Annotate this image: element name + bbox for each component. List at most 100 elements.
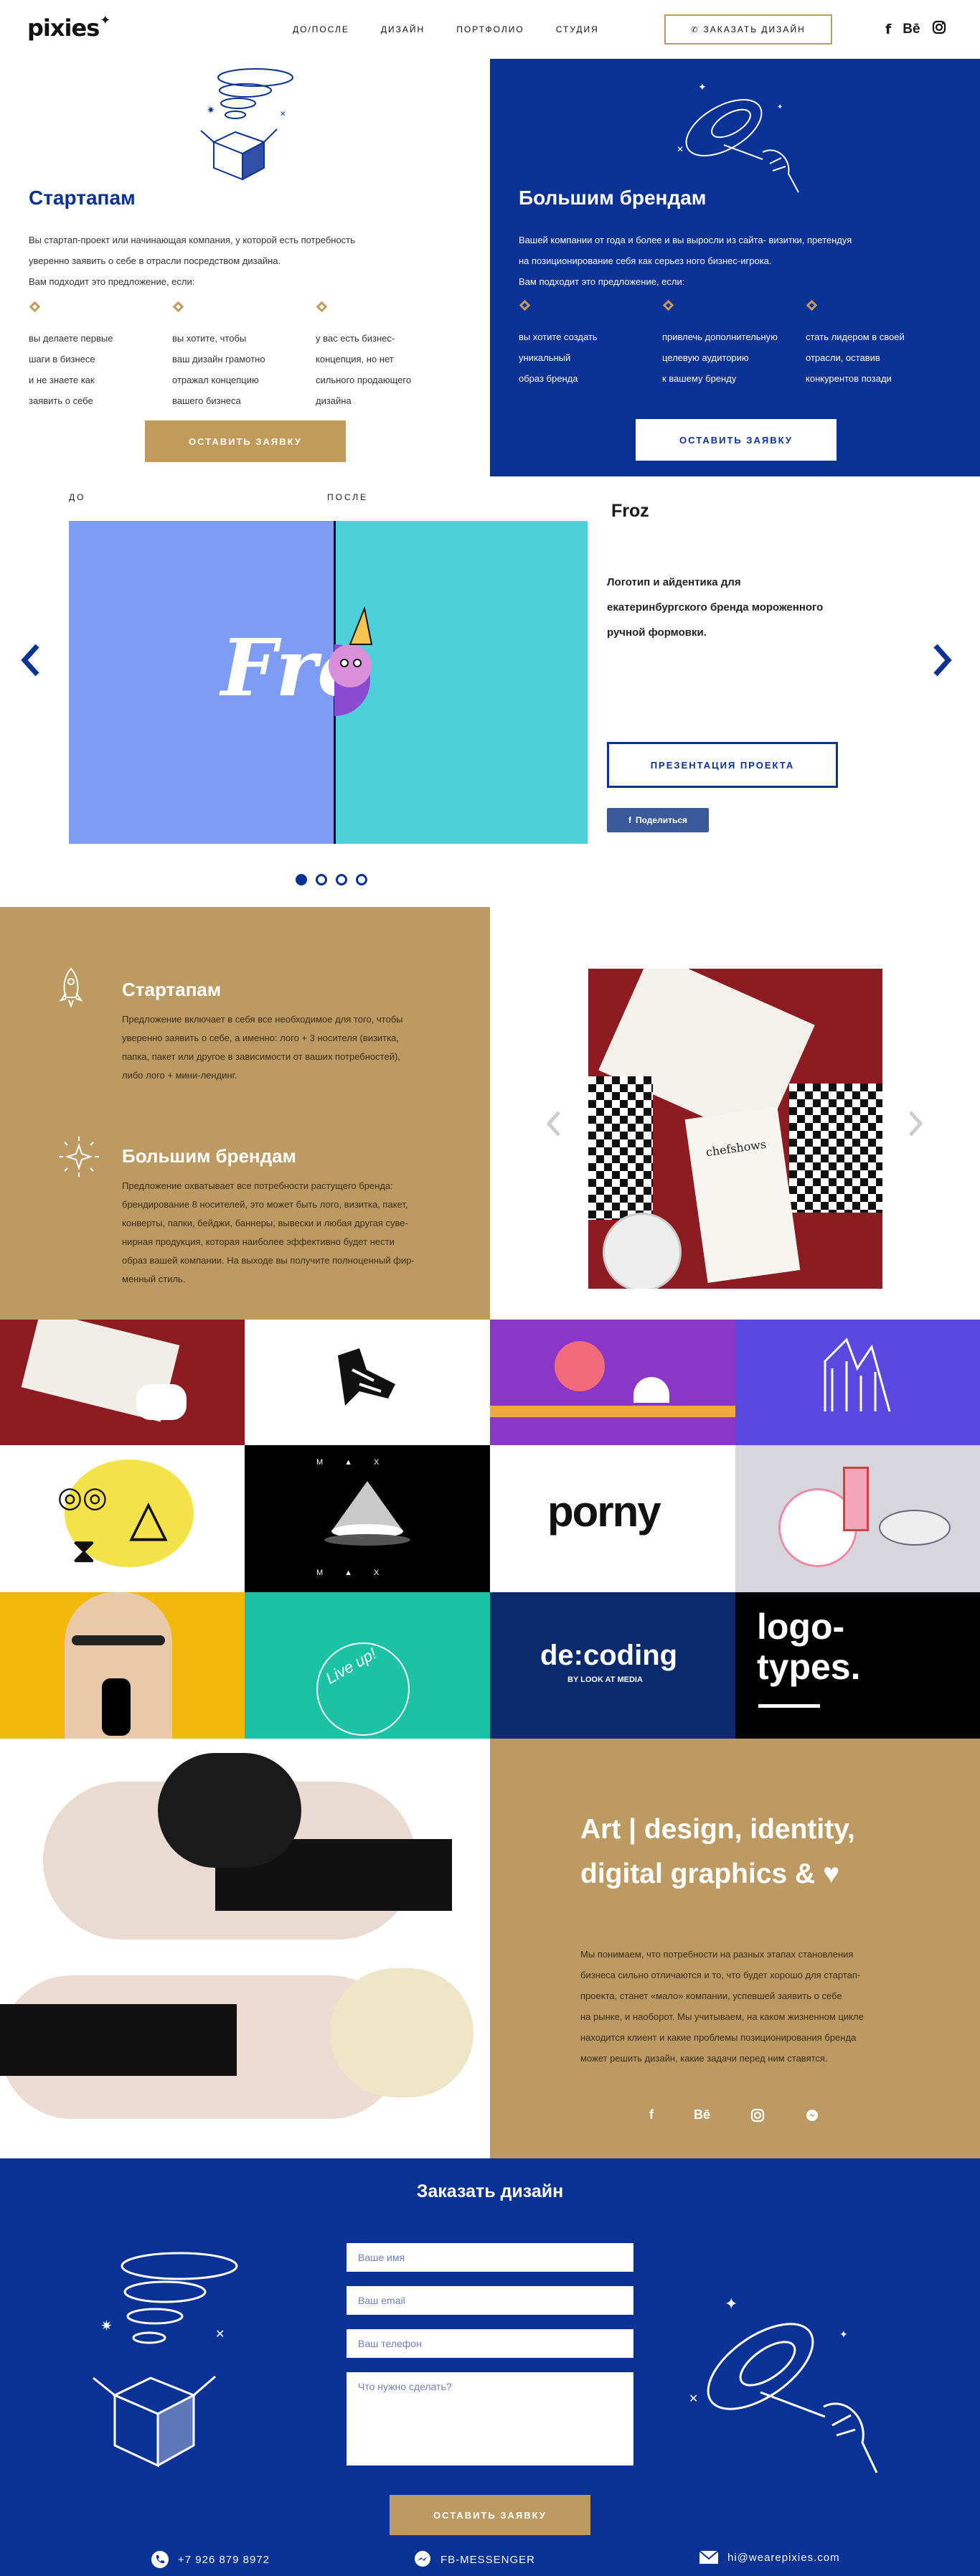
contact-phone[interactable]: +7 926 879 8972 — [151, 2550, 270, 2569]
tile-glasses-icon: ◎◎ — [57, 1482, 108, 1513]
nav-portfolio[interactable]: ПОРТФОЛИО — [456, 24, 524, 34]
decoding-logo: de:coding — [540, 1640, 678, 1671]
instagram-icon[interactable] — [750, 2108, 765, 2123]
text-line: types. — [757, 1647, 861, 1687]
diamond-icon — [172, 301, 184, 313]
about-title: Art | design, identity, digital graphics… — [580, 1808, 953, 1896]
slider-prev-arrow-icon[interactable] — [16, 639, 44, 682]
phone-number: +7 926 879 8972 — [178, 2553, 270, 2566]
portfolio-tile[interactable] — [0, 1320, 245, 1445]
slider-next-arrow-icon[interactable] — [928, 639, 957, 682]
portfolio-tile[interactable]: de:coding BY LOOK AT MEDIA — [490, 1592, 735, 1739]
project-presentation-button[interactable]: ПРЕЗЕНТАЦИЯ ПРОЕКТА — [607, 742, 838, 788]
startups-description: Вы стартап-проект или начинающая компани… — [29, 230, 430, 292]
text-line: конверты, папки, бейджи, баннеры, вывеск… — [122, 1218, 408, 1228]
portfolio-tile[interactable]: ◎◎ △ ⧗ — [0, 1445, 245, 1592]
gallery-prev-arrow-icon[interactable] — [543, 1108, 565, 1139]
porny-logo: porny — [547, 1487, 661, 1536]
portfolio-tile[interactable]: porny — [490, 1445, 735, 1592]
sparkle-icon: ✦ — [100, 13, 110, 28]
tile-igloo — [633, 1377, 669, 1403]
text-line: вы хотите создать — [519, 332, 598, 342]
contact-email[interactable]: hi@wearepixies.com — [699, 2550, 840, 2565]
diamond-icon — [806, 299, 818, 311]
text-line: образ бренда — [519, 373, 578, 384]
phone-icon — [151, 2551, 169, 2568]
tile-fish — [879, 1510, 951, 1546]
contact-messenger[interactable]: FB-MESSENGER — [413, 2550, 535, 2569]
behance-icon[interactable]: Bē — [903, 22, 920, 37]
slider-dots — [296, 874, 367, 885]
facebook-icon[interactable]: f — [649, 2107, 654, 2123]
tile-max-text: M▲X — [316, 1569, 401, 1577]
svg-text:✦: ✦ — [698, 81, 707, 93]
model-bottom-hair — [330, 1968, 473, 2097]
gallery-next-arrow-icon[interactable] — [905, 1108, 926, 1139]
portfolio-tile[interactable] — [0, 1592, 245, 1739]
tile-cone-lamp-icon — [324, 1481, 410, 1546]
tile-m-logo-icon — [824, 1338, 891, 1412]
logotypes-underline — [758, 1704, 820, 1708]
messenger-icon[interactable] — [805, 2108, 819, 2123]
nav-design[interactable]: ДИЗАЙН — [381, 24, 425, 34]
text-line: Вам подходит это предложение, если: — [519, 276, 685, 287]
logotypes-title: logo- types. — [757, 1607, 861, 1687]
tile-eyes — [72, 1635, 165, 1645]
brands-apply-button[interactable]: ОСТАВИТЬ ЗАЯВКУ — [636, 419, 837, 461]
project-name: Froz — [611, 501, 649, 521]
services-gallery: chefshows — [490, 907, 980, 1320]
brands-package-title: Большим брендам — [122, 1145, 296, 1167]
magic-box-icon: ✷ ✕ — [200, 68, 293, 181]
portfolio-tile[interactable]: logo- types. — [735, 1592, 980, 1739]
portfolio-grid: ◎◎ △ ⧗ M▲X M▲X porny Live up! de:coding … — [0, 1320, 980, 1739]
portfolio-tile[interactable] — [245, 1320, 490, 1445]
text-line: бизнеса сильно отличаются и то, что буде… — [580, 1970, 861, 1980]
portfolio-tile[interactable]: M▲X M▲X — [245, 1445, 490, 1592]
slider-dot[interactable] — [356, 874, 367, 885]
order-submit-button[interactable]: ОСТАВИТЬ ЗАЯВКУ — [390, 2495, 590, 2535]
text-line: находится клиент и какие проблемы позици… — [580, 2032, 857, 2043]
text-line: на позиционирование себя как серьез ного… — [519, 255, 772, 266]
point-item: вы делаете первые шаги в бизнесе и не зн… — [29, 301, 172, 411]
order-form-section: Заказать дизайн ✷ ✕ Ваше имя Ваш email В… — [0, 2158, 980, 2576]
about-socials: f Bē — [649, 2107, 819, 2123]
before-label: ДО — [69, 492, 86, 502]
magic-box-icon: ✷ ✕ — [93, 2252, 238, 2468]
nav-studio[interactable]: СТУДИЯ — [556, 24, 599, 34]
about-text: Мы понимаем, что потребности на разных э… — [580, 1944, 918, 2069]
magic-wand-hand-icon: ✦ ✕ ✦ — [677, 81, 799, 193]
sparkle-star-icon — [59, 1137, 99, 1177]
message-textarea[interactable]: Что нужно сделать? — [347, 2372, 633, 2465]
text-line: ваш дизайн грамотно — [172, 354, 265, 365]
slider-dot[interactable] — [316, 874, 327, 885]
portfolio-tile[interactable] — [490, 1320, 735, 1445]
before-after-slider: ДО ПОСЛЕ Fro Froz Логотип и айдентика дл… — [0, 476, 980, 907]
portfolio-tile[interactable] — [735, 1320, 980, 1445]
facebook-icon[interactable]: f — [885, 22, 891, 37]
order-design-button[interactable]: ✆ ЗАКАЗАТЬ ДИЗАЙН — [664, 14, 832, 44]
behance-icon[interactable]: Bē — [694, 2107, 710, 2123]
facebook-share-button[interactable]: f Поделиться — [607, 808, 709, 832]
portfolio-tile[interactable] — [735, 1445, 980, 1592]
portfolio-tile[interactable]: Live up! — [245, 1592, 490, 1739]
instagram-icon[interactable] — [932, 20, 946, 39]
stationery-photo[interactable]: chefshows — [588, 969, 882, 1289]
svg-text:✕: ✕ — [677, 144, 684, 154]
startups-offer: ✷ ✕ Стартапам Вы стартап-проект или начи… — [0, 60, 490, 476]
email-input[interactable]: Ваш email — [347, 2286, 633, 2315]
before-after-image[interactable]: Fro — [69, 521, 588, 844]
name-input[interactable]: Ваше имя — [347, 2243, 633, 2272]
text-line: может решить дизайн, какие задачи перед … — [580, 2053, 828, 2064]
phone-input[interactable]: Ваш телефон — [347, 2329, 633, 2358]
slider-dot[interactable] — [336, 874, 347, 885]
startups-apply-button[interactable]: ОСТАВИТЬ ЗАЯВКУ — [145, 420, 346, 462]
text-line: Предложение охватывает все потребности р… — [122, 1180, 393, 1191]
nav-before-after[interactable]: ДО/ПОСЛЕ — [293, 24, 349, 34]
text-line: стать лидером в своей — [806, 332, 905, 342]
slider-dot[interactable] — [296, 874, 307, 885]
magic-wand-hand-icon: ✦ ✕ ✦ — [689, 2295, 878, 2473]
startups-package-text: Предложение включает в себя все необходи… — [122, 1010, 438, 1085]
text-line: вашего бизнеса — [172, 395, 241, 406]
text-line: digital graphics & — [580, 1858, 816, 1889]
logo[interactable]: pixies✦ — [27, 13, 110, 42]
